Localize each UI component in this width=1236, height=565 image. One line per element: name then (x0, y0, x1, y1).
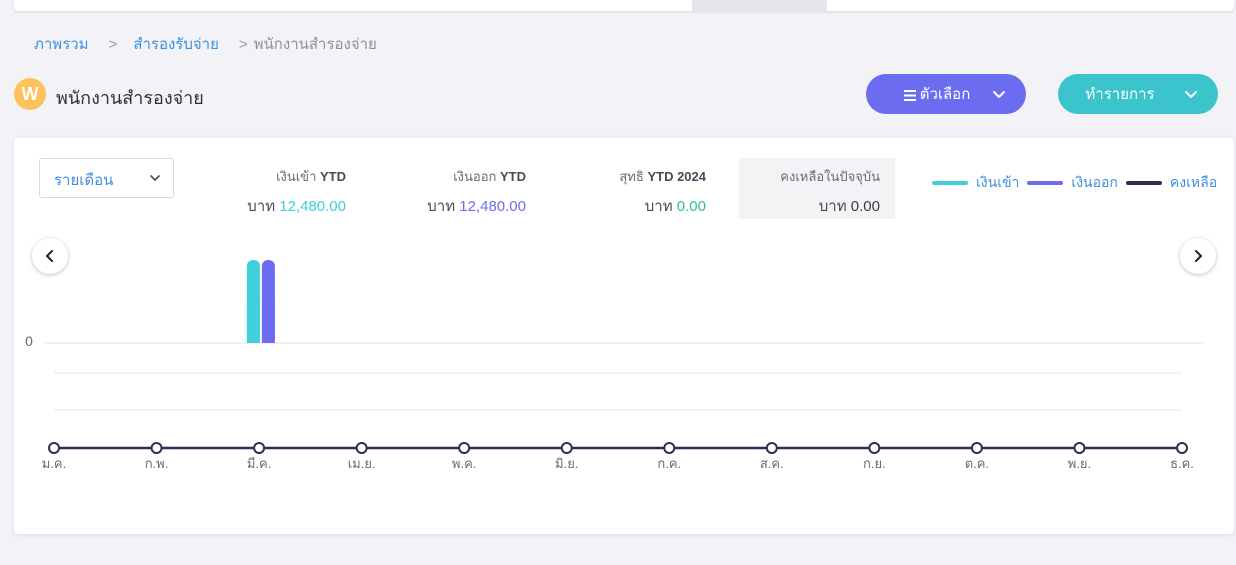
transaction-button-label: ทำรายการ (1085, 86, 1155, 103)
x-tick-label: ม.ค. (42, 456, 67, 471)
bar-income-base (246, 301, 260, 343)
x-tick-label: เม.ย. (348, 456, 376, 471)
balance-point (970, 442, 983, 454)
summary-card: รายเดือน เงินเข้า YTD บาท 12,480.00 เงิน… (14, 138, 1234, 534)
balance-point (150, 442, 163, 454)
x-tick-label: มิ.ย. (555, 456, 578, 471)
breadcrumb-item-petty-cash[interactable]: สำรองรับจ่าย (133, 32, 219, 56)
transaction-button[interactable]: ทำรายการ (1058, 74, 1218, 114)
balance-point (1073, 442, 1086, 454)
breadcrumb-separator: > (238, 35, 248, 53)
y-tick-label: 0 (25, 333, 33, 349)
page-title: พนักงานสำรองจ่าย (56, 88, 204, 108)
menu-icon (903, 89, 916, 101)
chevron-down-icon (1185, 91, 1197, 98)
breadcrumb: ภาพรวม > สำรองรับจ่าย > พนักงานสำรองจ่าย (34, 32, 377, 56)
x-tick-label: ก.ค. (657, 456, 681, 471)
x-tick-label: ธ.ค. (1170, 456, 1194, 471)
x-tick-label: ก.พ. (145, 456, 169, 471)
balance-point (253, 442, 266, 454)
balance-point (1176, 442, 1188, 454)
x-tick-label: ต.ค. (965, 456, 989, 471)
x-tick-label: พ.ค. (452, 456, 477, 471)
balance-point (560, 442, 573, 454)
x-tick-label: ส.ค. (760, 456, 784, 471)
breadcrumb-item-current: พนักงานสำรองจ่าย (253, 36, 377, 53)
x-tick-label: ก.ย. (863, 456, 886, 471)
monthly-chart: 0 ม.ค. ก.พ. มี.ค. เม.ย. พ.ค. มิ.ย. ก.ค. ส.ค. ก.ย.… (25, 260, 1204, 471)
balance-point (663, 442, 676, 454)
options-button[interactable]: ตัวเลือก (866, 74, 1026, 114)
chevron-down-icon (993, 91, 1005, 98)
avatar: W (14, 78, 46, 110)
chevron-right-icon (1195, 250, 1202, 262)
chart-prev-button[interactable] (32, 238, 68, 274)
x-tick-label: พ.ย. (1068, 456, 1091, 471)
chevron-left-icon (46, 250, 53, 262)
x-tick-label: มี.ค. (247, 456, 272, 471)
balance-point (765, 442, 778, 454)
breadcrumb-item-overview[interactable]: ภาพรวม (34, 32, 89, 56)
breadcrumb-separator: > (108, 35, 118, 53)
chart-next-button[interactable] (1180, 238, 1216, 274)
balance-point (355, 442, 368, 454)
balance-point (868, 442, 881, 454)
options-button-label: ตัวเลือก (919, 86, 971, 103)
top-tab-bar (14, 0, 1234, 11)
balance-point (48, 442, 60, 454)
balance-point (458, 442, 471, 454)
bar-expense-base (261, 301, 275, 343)
top-tab-active[interactable] (692, 0, 827, 11)
